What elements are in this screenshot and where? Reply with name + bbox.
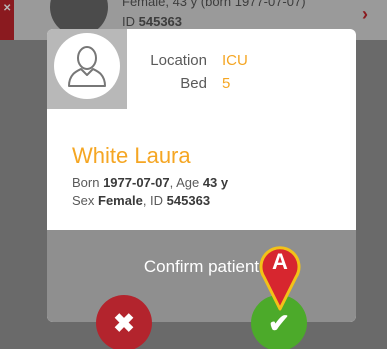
chevron-right-icon: › <box>362 4 368 24</box>
sex-label: Sex <box>72 193 99 208</box>
annotation-marker: A <box>258 243 302 311</box>
patient-avatar <box>47 29 127 109</box>
age-value: 43 y <box>202 175 229 190</box>
id-value: 545363 <box>166 193 211 208</box>
patient-name: White Laura <box>72 143 191 168</box>
born-label: Born <box>72 175 104 190</box>
check-icon: ✔ <box>268 307 290 338</box>
born-value: 1977-07-07 <box>103 175 170 190</box>
close-icon: ✖ <box>113 307 135 338</box>
annotation-letter: A <box>272 249 288 274</box>
row-id-value: 545363 <box>138 14 183 29</box>
row-id: ID 545363 <box>122 14 182 29</box>
person-icon <box>68 46 106 87</box>
row-demographics: Female, 43 y (born 1977-07-07) <box>122 0 306 9</box>
location-value: ICU <box>222 52 248 69</box>
row-id-label: ID <box>122 14 139 29</box>
sex-value: Female <box>98 193 143 208</box>
cancel-button[interactable]: ✖ <box>96 295 152 349</box>
patient-sex-id: Sex Female, ID 545363 <box>72 193 210 208</box>
patient-birth-age: Born 1977-07-07, Age 43 y <box>72 175 228 190</box>
row-close-icon: ✕ <box>3 3 12 14</box>
avatar-circle <box>54 33 120 99</box>
id-label: , ID <box>142 193 167 208</box>
confirm-bar: Confirm patient <box>47 230 356 322</box>
row-status-edge: ✕ <box>0 0 14 40</box>
location-label: Location <box>150 52 207 69</box>
age-label: , Age <box>169 175 203 190</box>
bed-label: Bed <box>180 75 207 92</box>
confirm-patient-dialog: Location ICU Bed 5 White Laura Born 1977… <box>47 29 356 322</box>
confirm-patient-text: Confirm patient <box>143 257 260 276</box>
bed-value: 5 <box>222 75 231 92</box>
